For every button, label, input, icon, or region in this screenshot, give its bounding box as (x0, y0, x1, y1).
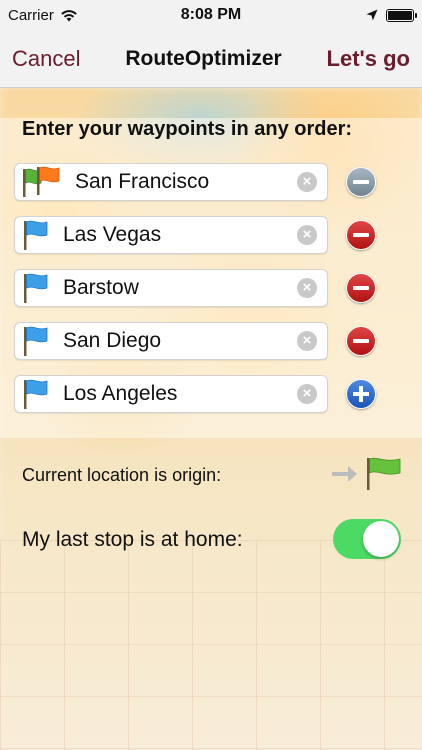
clear-text-icon[interactable]: × (297, 331, 317, 351)
minus-icon (353, 233, 369, 237)
waypoint-name: San Diego (63, 329, 162, 352)
waypoint-name: Los Angeles (63, 382, 178, 405)
blue-flag-icon (15, 216, 63, 254)
nav-bar: Cancel RouteOptimizer Let's go (0, 30, 422, 88)
remove-waypoint-button[interactable] (346, 167, 376, 197)
status-left: Carrier (8, 7, 148, 24)
clear-text-icon[interactable]: × (297, 225, 317, 245)
carrier-label: Carrier (8, 6, 54, 24)
clear-text-icon[interactable]: × (297, 384, 317, 404)
status-right (274, 8, 417, 22)
waypoint-name: Las Vegas (63, 223, 162, 246)
home-toggle[interactable] (333, 519, 401, 559)
remove-waypoint-button[interactable] (346, 220, 376, 250)
waypoint-field[interactable]: Los Angeles × (14, 375, 328, 413)
remove-waypoint-button[interactable] (346, 273, 376, 303)
origin-flags-icon (15, 163, 63, 201)
lets-go-button[interactable]: Let's go (327, 46, 410, 72)
battery-icon (386, 8, 417, 22)
waypoint-name: Barstow (63, 276, 139, 299)
plus-icon (353, 386, 369, 402)
cancel-button[interactable]: Cancel (12, 46, 80, 72)
add-waypoint-button[interactable] (346, 379, 376, 409)
home-label: My last stop is at home: (22, 528, 243, 551)
toggle-knob (363, 521, 399, 557)
waypoint-name: San Francisco (75, 170, 210, 193)
nav-title: RouteOptimizer (125, 46, 282, 70)
clear-text-icon[interactable]: × (297, 172, 317, 192)
instructions-heading: Enter your waypoints in any order: (22, 118, 353, 140)
location-arrow-icon (366, 9, 378, 21)
blue-flag-icon (15, 322, 63, 360)
blue-flag-icon (15, 375, 63, 413)
blue-flag-icon (15, 269, 63, 307)
waypoint-field[interactable]: Barstow × (14, 269, 328, 307)
map-grid (0, 540, 422, 750)
clear-text-icon[interactable]: × (297, 278, 317, 298)
waypoint-field[interactable]: San Francisco × (14, 163, 328, 201)
waypoint-field[interactable]: Las Vegas × (14, 216, 328, 254)
minus-icon (353, 339, 369, 343)
wifi-icon (61, 9, 77, 21)
waypoint-row: San Francisco × (14, 163, 408, 201)
origin-label: Current location is origin: (22, 465, 222, 485)
remove-waypoint-button[interactable] (346, 326, 376, 356)
waypoint-row: Barstow × (14, 269, 408, 307)
waypoint-row: Las Vegas × (14, 216, 408, 254)
waypoint-row: San Diego × (14, 322, 408, 360)
minus-icon (353, 180, 369, 184)
green-flag-icon[interactable] (362, 455, 404, 493)
arrow-right-icon (332, 466, 357, 482)
battery-fill (388, 10, 412, 20)
status-time: 8:08 PM (180, 6, 242, 23)
waypoint-row: Los Angeles × (14, 375, 408, 413)
waypoint-field[interactable]: San Diego × (14, 322, 328, 360)
minus-icon (353, 286, 369, 290)
status-bar: Carrier 8:08 PM (0, 0, 422, 30)
